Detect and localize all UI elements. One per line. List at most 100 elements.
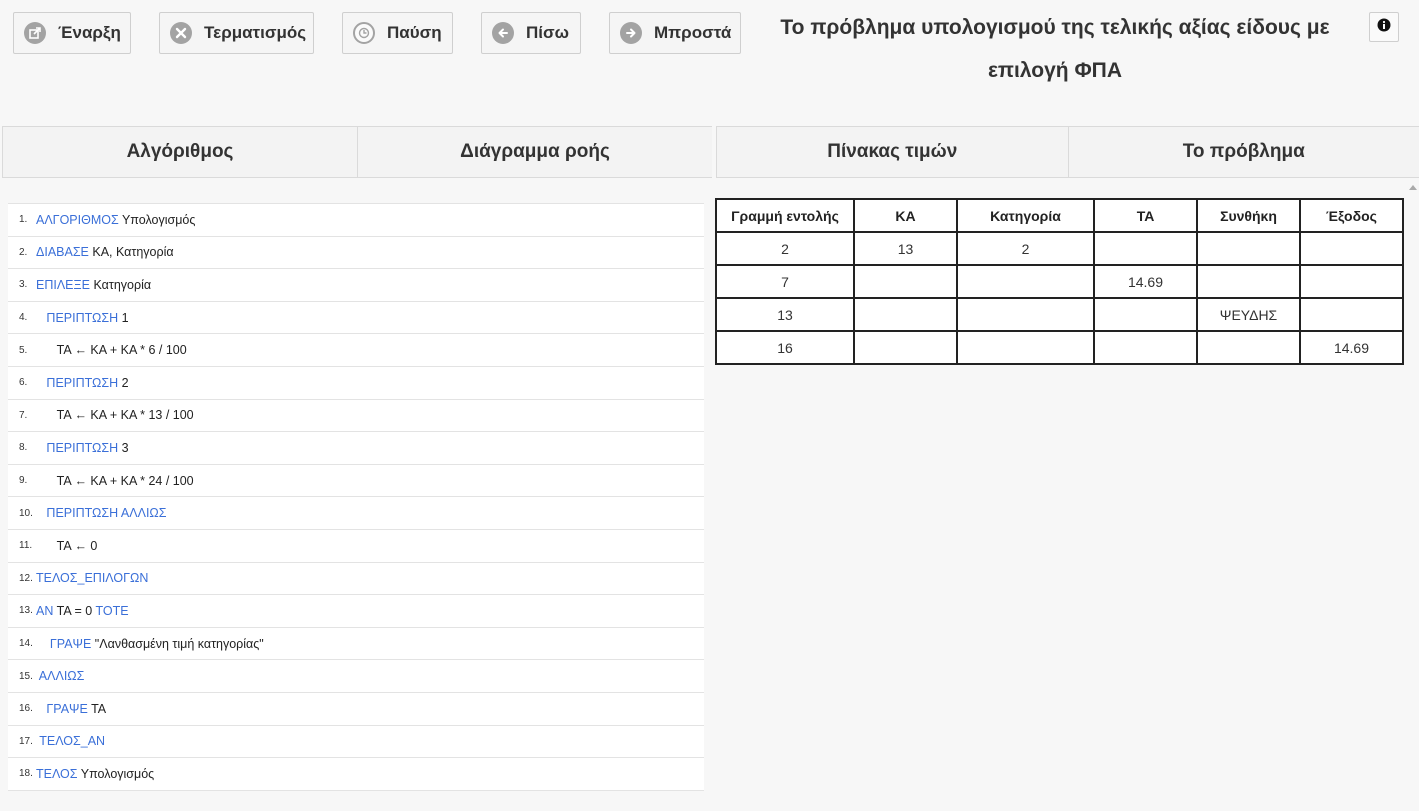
algorithm-line[interactable]: 13. ΑΝ ΤΑ = 0 ΤΟΤΕ bbox=[8, 595, 704, 628]
algorithm-line[interactable]: 6. ΠΕΡΙΠΤΩΣΗ 2 bbox=[8, 366, 704, 400]
info-button[interactable] bbox=[1369, 12, 1399, 42]
page-title: Το πρόβλημα υπολογισμού της τελικής αξία… bbox=[755, 6, 1355, 92]
algorithm-line[interactable]: 15. ΑΛΛΙΩΣ bbox=[8, 660, 704, 693]
table-header-row: Γραμμή εντολής ΚΑ Κατηγορία ΤΑ Συνθήκη Έ… bbox=[715, 198, 1404, 233]
table-row: 13 ΨΕΥΔΗΣ bbox=[715, 297, 1404, 332]
column-header-line: Γραμμή εντολής bbox=[715, 198, 855, 233]
code-text: ΓΡΑΨΕ ΤΑ bbox=[36, 702, 106, 716]
code-body: "Λανθασμένη τιμή κατηγορίας" bbox=[91, 636, 264, 651]
table-row: 16 14.69 bbox=[715, 330, 1404, 365]
code-keyword: ΠΕΡΙΠΤΩΣΗ ΑΛΛΙΩΣ bbox=[46, 506, 167, 521]
algorithm-line[interactable]: 10. ΠΕΡΙΠΤΩΣΗ ΑΛΛΙΩΣ bbox=[8, 497, 704, 530]
code-text: ΤΕΛΟΣ Υπολογισμός bbox=[36, 767, 154, 781]
algorithm-line[interactable]: 17. ΤΕΛΟΣ_ΑΝ bbox=[8, 725, 704, 759]
algorithm-line[interactable]: 11. ΤΑ ← 0 bbox=[8, 529, 704, 563]
start-icon bbox=[24, 22, 46, 44]
table-cell: ΨΕΥΔΗΣ bbox=[1196, 297, 1301, 332]
algorithm-line[interactable]: 8. ΠΕΡΙΠΤΩΣΗ 3 bbox=[8, 432, 704, 465]
code-keyword: ΕΠΙΛΕΞΕ bbox=[36, 277, 90, 292]
column-header-ka: ΚΑ bbox=[853, 198, 958, 233]
pause-button[interactable]: Παύση bbox=[342, 12, 453, 54]
tab-problem[interactable]: Το πρόβλημα bbox=[1067, 127, 1419, 177]
table-cell bbox=[853, 330, 958, 365]
table-cell bbox=[1299, 264, 1404, 299]
toolbar: Έναρξη Τερματισμός Παύση Πίσω Μπροστά Το… bbox=[0, 0, 1419, 126]
line-number: 18. bbox=[19, 768, 33, 780]
algorithm-line[interactable]: 18. ΤΕΛΟΣ Υπολογισμός bbox=[8, 758, 704, 791]
back-button[interactable]: Πίσω bbox=[481, 12, 581, 54]
table-cell bbox=[1196, 264, 1301, 299]
code-keyword: ΤΟΤΕ bbox=[95, 603, 129, 618]
algorithm-line[interactable]: 2. ΔΙΑΒΑΣΕ ΚΑ, Κατηγορία bbox=[8, 236, 704, 270]
code-text: ΑΝ ΤΑ = 0 ΤΟΤΕ bbox=[36, 604, 129, 618]
stop-button[interactable]: Τερματισμός bbox=[159, 12, 314, 54]
tab-values-table[interactable]: Πίνακας τιμών bbox=[716, 127, 1068, 177]
code-text: ΓΡΑΨΕ "Λανθασμένη τιμή κατηγορίας" bbox=[36, 637, 264, 651]
right-tab-bar: Πίνακας τιμών Το πρόβλημα bbox=[716, 126, 1419, 178]
table-cell: 7 bbox=[715, 264, 855, 299]
arrow-left-icon bbox=[492, 22, 514, 44]
code-text: ΠΕΡΙΠΤΩΣΗ 2 bbox=[36, 375, 129, 390]
algorithm-line[interactable]: 12. ΤΕΛΟΣ_ΕΠΙΛΟΓΩΝ bbox=[8, 562, 704, 596]
algorithm-line[interactable]: 7. ΤΑ ← ΚΑ + ΚΑ * 13 / 100 bbox=[8, 399, 704, 433]
start-button[interactable]: Έναρξη bbox=[13, 12, 131, 54]
code-text: ΔΙΑΒΑΣΕ ΚΑ, Κατηγορία bbox=[36, 245, 174, 259]
code-body: ΤΑ ← ΚΑ + ΚΑ * 13 / 100 bbox=[56, 408, 194, 423]
algorithm-line[interactable]: 16. ΓΡΑΨΕ ΤΑ bbox=[8, 692, 704, 726]
title-line-1: Το πρόβλημα υπολογισμού της τελικής αξία… bbox=[780, 16, 1330, 39]
algorithm-line[interactable]: 3. ΕΠΙΛΕΞΕ Κατηγορία bbox=[8, 269, 704, 302]
table-cell bbox=[956, 297, 1095, 332]
table-cell bbox=[956, 330, 1095, 365]
code-text: ΑΛΛΙΩΣ bbox=[36, 669, 85, 684]
table-cell bbox=[1093, 231, 1198, 266]
scroll-up-arrow[interactable] bbox=[1406, 182, 1419, 192]
code-body: 2 bbox=[118, 375, 129, 390]
table-row: 2 13 2 bbox=[715, 231, 1404, 266]
column-header-output: Έξοδος bbox=[1299, 198, 1404, 233]
code-text: ΑΛΓΟΡΙΘΜΟΣ Υπολογισμός bbox=[36, 213, 195, 227]
code-text: ΠΕΡΙΠΤΩΣΗ 1 bbox=[36, 310, 129, 325]
values-table: Γραμμή εντολής ΚΑ Κατηγορία ΤΑ Συνθήκη Έ… bbox=[715, 198, 1404, 365]
column-header-category: Κατηγορία bbox=[956, 198, 1095, 233]
code-text: ΕΠΙΛΕΞΕ Κατηγορία bbox=[36, 278, 151, 292]
table-cell bbox=[1196, 231, 1301, 266]
code-text: ΤΕΛΟΣ_ΑΝ bbox=[36, 734, 105, 748]
code-text: ΠΕΡΙΠΤΩΣΗ 3 bbox=[36, 441, 128, 455]
column-header-ta: ΤΑ bbox=[1093, 198, 1198, 233]
algorithm-line[interactable]: 14. ΓΡΑΨΕ "Λανθασμένη τιμή κατηγορίας" bbox=[8, 627, 704, 661]
line-number: 3. bbox=[19, 279, 28, 291]
code-body: 1 bbox=[118, 310, 129, 325]
algorithm-line[interactable]: 9. ΤΑ ← ΚΑ + ΚΑ * 24 / 100 bbox=[8, 464, 704, 498]
code-body: ΤΑ ← ΚΑ + ΚΑ * 24 / 100 bbox=[56, 473, 194, 488]
code-text: ΤΑ ← 0 bbox=[36, 538, 98, 553]
code-body: ΤΑ bbox=[87, 701, 107, 716]
code-text: ΤΕΛΟΣ_ΕΠΙΛΟΓΩΝ bbox=[36, 571, 148, 585]
table-cell: 14.69 bbox=[1299, 330, 1404, 365]
table-cell bbox=[1093, 330, 1198, 365]
code-keyword: ΠΕΡΙΠΤΩΣΗ bbox=[46, 375, 119, 390]
line-number: 4. bbox=[19, 312, 28, 324]
algorithm-line[interactable]: 4. ΠΕΡΙΠΤΩΣΗ 1 bbox=[8, 301, 704, 335]
tab-algorithm[interactable]: Αλγόριθμος bbox=[2, 127, 357, 177]
code-body: ΚΑ, Κατηγορία bbox=[88, 245, 174, 260]
forward-button[interactable]: Μπροστά bbox=[609, 12, 741, 54]
line-number: 6. bbox=[19, 377, 28, 389]
line-number: 13. bbox=[19, 605, 33, 617]
code-keyword: ΑΛΛΙΩΣ bbox=[38, 669, 85, 684]
table-cell: 13 bbox=[853, 231, 958, 266]
tab-flowchart[interactable]: Διάγραμμα ροής bbox=[357, 127, 712, 177]
line-number: 10. bbox=[19, 507, 33, 519]
line-number: 1. bbox=[19, 214, 28, 226]
algorithm-line[interactable]: 1. ΑΛΓΟΡΙΘΜΟΣ Υπολογισμός bbox=[8, 204, 704, 237]
code-body: ΤΑ ← 0 bbox=[56, 538, 98, 553]
algorithm-line[interactable]: 5. ΤΑ ← ΚΑ + ΚΑ * 6 / 100 bbox=[8, 334, 704, 367]
left-tab-bar: Αλγόριθμος Διάγραμμα ροής bbox=[2, 126, 712, 178]
back-label: Πίσω bbox=[526, 23, 569, 42]
code-text: ΤΑ ← ΚΑ + ΚΑ * 13 / 100 bbox=[36, 408, 194, 422]
